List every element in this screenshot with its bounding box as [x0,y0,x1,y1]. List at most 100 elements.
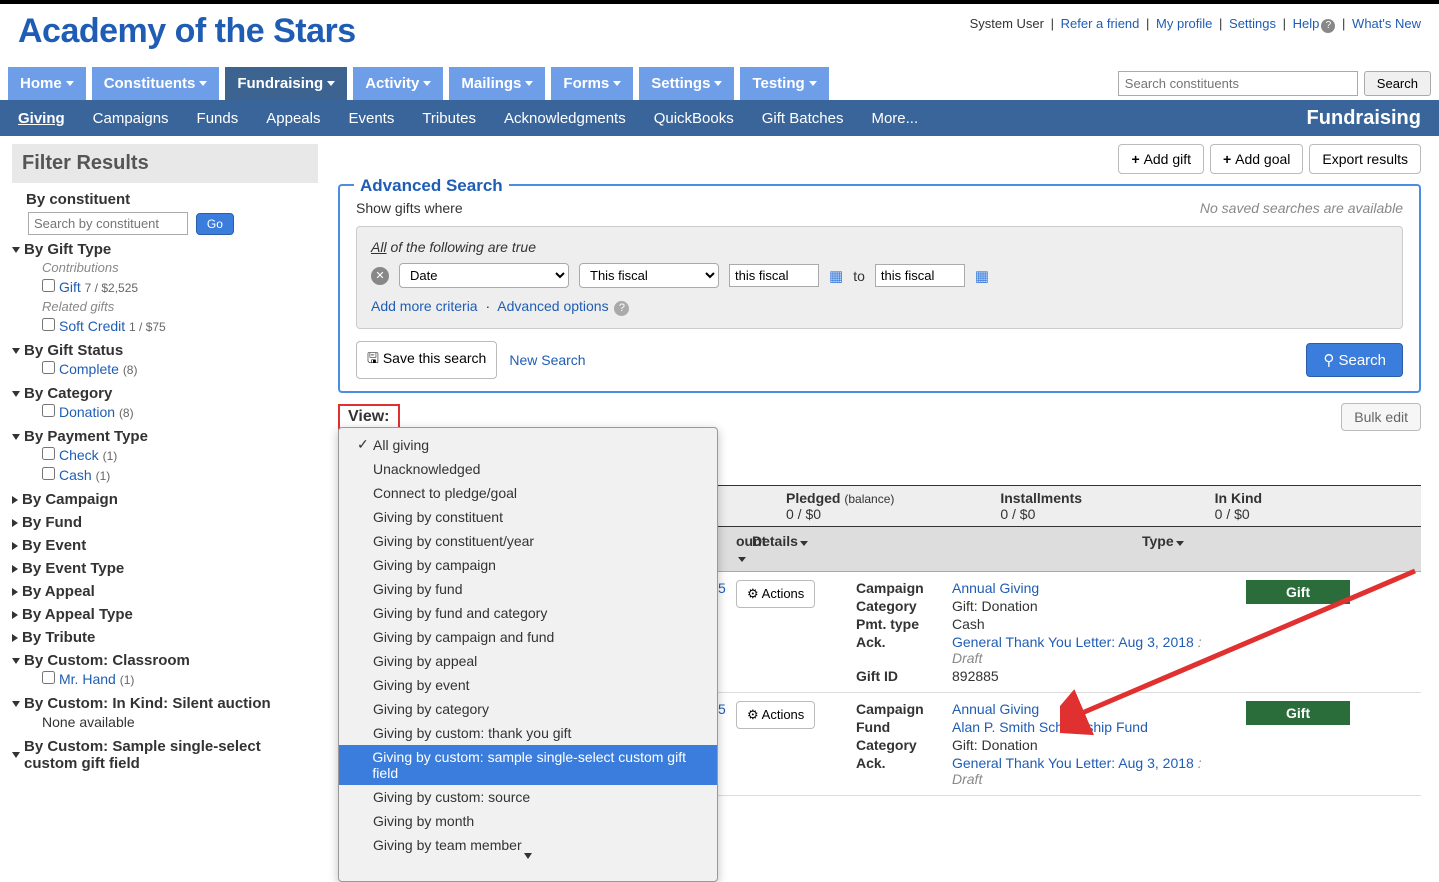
nav-forms[interactable]: Forms [551,67,633,100]
subnav-gift-batches[interactable]: Gift Batches [762,110,844,127]
search-button[interactable]: ⚲ Search [1306,343,1403,377]
bulk-edit-button[interactable]: Bulk edit [1341,403,1421,431]
dropdown-more-icon[interactable] [339,857,717,877]
subnav-quickbooks[interactable]: QuickBooks [654,110,734,127]
criteria-operator-select[interactable]: This fiscal [579,263,719,288]
calendar-icon[interactable]: ▦ [975,267,989,285]
ack-link[interactable]: General Thank You Letter: Aug 3, 2018 [952,634,1194,650]
col-type-header[interactable]: Type [1134,527,1294,571]
filter-mrhand-checkbox[interactable] [42,671,55,684]
add-criteria-link[interactable]: Add more criteria [371,298,478,314]
filter-gift-link[interactable]: Gift [59,279,81,295]
view-option[interactable]: Giving by custom: source [339,785,717,809]
view-option[interactable]: ✓All giving [339,432,717,457]
view-option[interactable]: Giving by fund and category [339,601,717,625]
amount-link[interactable]: 5 [718,580,726,596]
col-details-header[interactable]: Details [744,527,1134,571]
filter-by-payment-heading[interactable]: By Payment Type [12,428,318,445]
view-option-selected[interactable]: Giving by custom: sample single-select c… [339,745,717,785]
new-search-link[interactable]: New Search [509,352,585,368]
save-search-button[interactable]: 🖫 Save this search [356,341,497,379]
view-option[interactable]: Giving by campaign and fund [339,625,717,649]
filter-complete-link[interactable]: Complete [59,361,119,377]
filter-by-event-heading[interactable]: By Event [12,537,318,554]
criteria-field-select[interactable]: Date [399,263,569,288]
filter-by-campaign-heading[interactable]: By Campaign [12,491,318,508]
whats-new-link[interactable]: What's New [1352,16,1421,31]
nav-constituents[interactable]: Constituents [92,67,220,100]
filter-by-constituent-heading[interactable]: By constituent [12,191,318,208]
nav-mailings[interactable]: Mailings [449,67,545,100]
view-option[interactable]: Giving by constituent/year [339,529,717,553]
filter-by-appeal-heading[interactable]: By Appeal [12,583,318,600]
view-option[interactable]: Giving by month [339,809,717,833]
filter-by-gift-status-heading[interactable]: By Gift Status [12,342,318,359]
subnav-tributes[interactable]: Tributes [422,110,476,127]
nav-home[interactable]: Home [8,67,86,100]
subnav-appeals[interactable]: Appeals [266,110,320,127]
filter-donation-checkbox[interactable] [42,404,55,417]
filter-go-button[interactable]: Go [196,213,234,235]
subnav-events[interactable]: Events [348,110,394,127]
date-to-input[interactable] [875,264,965,287]
filter-cash-checkbox[interactable] [42,467,55,480]
help-icon[interactable]: ? [1321,19,1335,33]
constituent-search-button[interactable]: Search [1364,71,1431,96]
add-goal-button[interactable]: Add goal [1210,144,1303,174]
subnav-campaigns[interactable]: Campaigns [93,110,169,127]
nav-fundraising[interactable]: Fundraising [225,67,347,100]
fund-link[interactable]: Alan P. Smith Scholarship Fund [952,719,1230,735]
filter-donation-link[interactable]: Donation [59,404,115,420]
calendar-icon[interactable]: ▦ [829,267,843,285]
subnav-more[interactable]: More... [871,110,918,127]
filter-by-gift-type-heading[interactable]: By Gift Type [12,241,318,258]
nav-testing[interactable]: Testing [740,67,828,100]
add-gift-button[interactable]: Add gift [1118,144,1204,174]
advanced-options-link[interactable]: Advanced options [497,298,608,314]
refer-friend-link[interactable]: Refer a friend [1061,16,1140,31]
view-option[interactable]: Unacknowledged [339,457,717,481]
filter-by-custom-silent-heading[interactable]: By Custom: In Kind: Silent auction [12,695,318,712]
filter-by-appeal-type-heading[interactable]: By Appeal Type [12,606,318,623]
filter-check-link[interactable]: Check [59,447,99,463]
subnav-funds[interactable]: Funds [197,110,239,127]
filter-constituent-input[interactable] [28,212,188,235]
filter-by-event-type-heading[interactable]: By Event Type [12,560,318,577]
view-option[interactable]: Connect to pledge/goal [339,481,717,505]
filter-by-fund-heading[interactable]: By Fund [12,514,318,531]
constituent-search-input[interactable] [1118,71,1358,96]
ack-link[interactable]: General Thank You Letter: Aug 3, 2018 [952,755,1194,771]
view-option[interactable]: Giving by appeal [339,649,717,673]
filter-by-custom-sample-heading[interactable]: By Custom: Sample single-select custom g… [12,738,318,772]
view-option[interactable]: Giving by custom: thank you gift [339,721,717,745]
settings-link[interactable]: Settings [1229,16,1276,31]
my-profile-link[interactable]: My profile [1156,16,1212,31]
nav-activity[interactable]: Activity [353,67,443,100]
help-icon[interactable]: ? [614,301,629,316]
campaign-link[interactable]: Annual Giving [952,701,1230,717]
date-from-input[interactable] [729,264,819,287]
filter-cash-link[interactable]: Cash [59,467,92,483]
filter-softcredit-checkbox[interactable] [42,318,55,331]
view-option[interactable]: Giving by fund [339,577,717,601]
row-actions-button[interactable]: ⚙Actions [736,580,815,608]
view-dropdown[interactable]: ✓All giving Unacknowledged Connect to pl… [338,427,718,882]
filter-softcredit-link[interactable]: Soft Credit [59,318,125,334]
remove-criterion-icon[interactable]: ✕ [371,267,389,285]
amount-link[interactable]: 5 [718,701,726,717]
view-option[interactable]: Giving by constituent [339,505,717,529]
view-option[interactable]: Giving by event [339,673,717,697]
subnav-acknowledgments[interactable]: Acknowledgments [504,110,626,127]
filter-by-custom-classroom-heading[interactable]: By Custom: Classroom [12,652,318,669]
view-option[interactable]: Giving by category [339,697,717,721]
export-results-button[interactable]: Export results [1309,144,1421,174]
filter-check-checkbox[interactable] [42,447,55,460]
filter-complete-checkbox[interactable] [42,361,55,374]
filter-by-tribute-heading[interactable]: By Tribute [12,629,318,646]
campaign-link[interactable]: Annual Giving [952,580,1230,596]
org-title[interactable]: Academy of the Stars [18,12,356,51]
filter-mrhand-link[interactable]: Mr. Hand [59,671,116,687]
subnav-giving[interactable]: Giving [18,110,65,127]
filter-by-category-heading[interactable]: By Category [12,385,318,402]
nav-settings[interactable]: Settings [639,67,734,100]
